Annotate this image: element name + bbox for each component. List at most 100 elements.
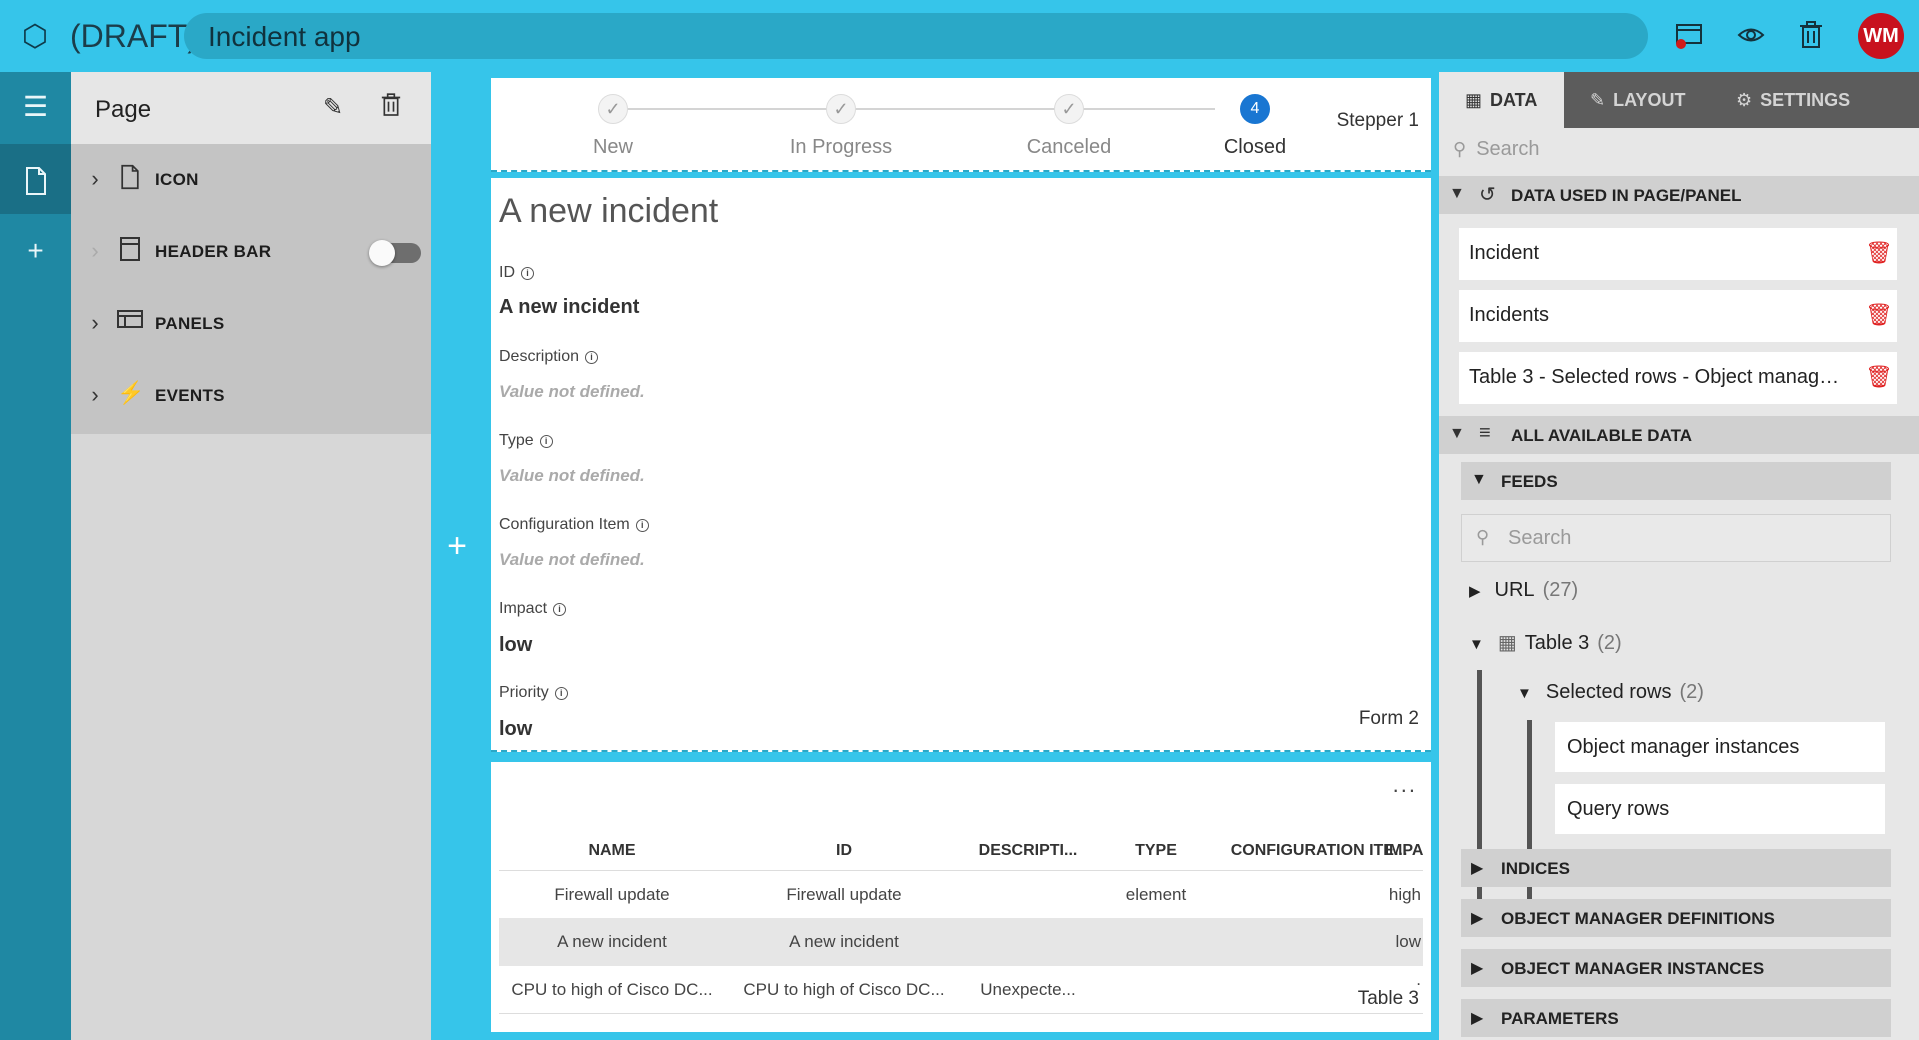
edit-tools-icon[interactable]: ✎ bbox=[317, 92, 349, 124]
field-value-type: Value not defined. bbox=[499, 466, 645, 485]
delete-page-icon[interactable] bbox=[375, 92, 407, 124]
tree-leaf[interactable]: Query rows bbox=[1555, 784, 1885, 834]
data-used-item[interactable]: Table 3 - Selected rows - Object manager… bbox=[1459, 352, 1897, 404]
group-parameters[interactable]: ▶ PARAMETERS bbox=[1461, 999, 1891, 1037]
gear-icon: ⚙ bbox=[1736, 90, 1753, 110]
group-title: OBJECT MANAGER DEFINITIONS bbox=[1501, 909, 1775, 928]
app-logo-icon[interactable]: ⬡ bbox=[18, 20, 52, 54]
tree-leaf-label: Query rows bbox=[1567, 798, 1670, 820]
table-cell: Unexpecte... bbox=[980, 980, 1076, 999]
page-item-header-bar[interactable]: › HEADER BAR bbox=[71, 216, 431, 288]
add-panel-icon[interactable]: + bbox=[431, 527, 483, 566]
info-icon: i bbox=[585, 351, 599, 364]
table-component[interactable]: ... NAME ID DESCRIPTI... TYPE CONFIGURAT… bbox=[491, 762, 1431, 1032]
group-object-manager-instances[interactable]: ▶ OBJECT MANAGER INSTANCES bbox=[1461, 949, 1891, 987]
feeds-group[interactable]: ▼ FEEDS bbox=[1461, 462, 1891, 500]
header-bar-toggle[interactable] bbox=[369, 240, 421, 266]
section-data-used[interactable]: ▼ ↺ DATA USED IN PAGE/PANEL bbox=[1439, 176, 1919, 214]
file-icon bbox=[117, 164, 143, 192]
pencil-icon: ✎ bbox=[1590, 90, 1606, 110]
data-used-label: Incident bbox=[1469, 242, 1540, 264]
app-title-field[interactable]: Incident app bbox=[184, 13, 1648, 59]
trash-icon[interactable]: 🗑 bbox=[1865, 302, 1893, 328]
publish-icon[interactable] bbox=[1672, 20, 1706, 54]
step-label: Canceled bbox=[1026, 136, 1112, 158]
preview-eye-icon[interactable] bbox=[1734, 20, 1768, 54]
tab-data[interactable]: ▦ DATA bbox=[1439, 72, 1564, 128]
tab-settings[interactable]: ⚙ SETTINGS bbox=[1710, 72, 1900, 128]
table-cell: A new incident bbox=[557, 932, 667, 951]
caret-down-icon: ▼ bbox=[1517, 685, 1532, 702]
step-canceled[interactable]: ✓ Canceled bbox=[999, 94, 1139, 159]
column-header[interactable]: ID bbox=[731, 842, 957, 860]
table-row[interactable]: CPU to high of Cisco DC... CPU to high o… bbox=[499, 966, 1423, 1014]
page-item-panels[interactable]: › PANELS bbox=[71, 288, 431, 360]
more-options-icon[interactable]: ... bbox=[1393, 772, 1417, 798]
caret-down-icon: ▼ bbox=[1469, 636, 1484, 653]
column-header[interactable]: IMPA bbox=[1381, 842, 1427, 860]
form-label: Form 2 bbox=[1358, 708, 1419, 729]
tree-node-table3[interactable]: ▼ ▦ Table 3 (2) bbox=[1469, 630, 1622, 655]
form-component[interactable]: A new incident ID i A new incident Descri… bbox=[491, 178, 1431, 752]
page-panel-header: Page ✎ bbox=[71, 72, 431, 144]
step-new[interactable]: ✓ New bbox=[543, 94, 683, 159]
add-panel-gutter: + bbox=[431, 72, 483, 1040]
tree-node-url[interactable]: ▶ URL (27) bbox=[1469, 579, 1578, 602]
events-icon: ⚡ bbox=[117, 380, 145, 405]
field-label-impact: Impact i bbox=[499, 600, 567, 618]
data-used-item[interactable]: Incidents 🗑 bbox=[1459, 290, 1897, 342]
column-header[interactable]: TYPE bbox=[1093, 842, 1219, 860]
top-bar: ⬡ (DRAFT) Incident app WM bbox=[0, 0, 1919, 72]
tree-node-selected-rows[interactable]: ▼ Selected rows (2) bbox=[1517, 681, 1704, 704]
column-header[interactable]: NAME bbox=[499, 842, 725, 860]
step-closed[interactable]: 4 Closed bbox=[1215, 94, 1295, 159]
table-cell: CPU to high of Cisco DC... bbox=[511, 980, 713, 999]
draft-label: (DRAFT) bbox=[70, 18, 198, 54]
check-icon: ✓ bbox=[598, 94, 628, 124]
search-input[interactable]: ⚲ Search bbox=[1453, 138, 1540, 161]
field-value-priority: low bbox=[499, 718, 533, 740]
chevron-right-icon[interactable]: › bbox=[85, 166, 105, 192]
chevron-right-icon[interactable]: › bbox=[85, 382, 105, 408]
field-label-type: Type i bbox=[499, 432, 553, 450]
column-header[interactable]: DESCRIPTI... bbox=[965, 842, 1091, 860]
group-title: PARAMETERS bbox=[1501, 1009, 1619, 1028]
data-used-label: Incidents bbox=[1469, 304, 1550, 326]
chevron-right-icon: › bbox=[91, 238, 99, 263]
section-all-data[interactable]: ▼ ≡ ALL AVAILABLE DATA bbox=[1439, 416, 1919, 454]
step-number: 4 bbox=[1240, 94, 1270, 124]
tab-layout[interactable]: ✎ LAYOUT bbox=[1564, 72, 1710, 128]
group-indices[interactable]: ▶ INDICES bbox=[1461, 849, 1891, 887]
panel-tabs: ▦ DATA ✎ LAYOUT ⚙ SETTINGS bbox=[1439, 72, 1919, 128]
info-icon: i bbox=[553, 603, 567, 616]
caret-down-icon: ▼ bbox=[1471, 471, 1487, 488]
table-row[interactable]: Firewall update Firewall update element … bbox=[499, 870, 1423, 918]
page-items: › ICON › HEADER BAR › PANELS › ⚡ EVENTS bbox=[71, 144, 431, 434]
search-icon: ⚲ bbox=[1476, 527, 1490, 547]
trash-icon[interactable]: 🗑 bbox=[1865, 240, 1893, 266]
table-row[interactable]: A new incident A new incident low bbox=[499, 918, 1423, 966]
page-item-events[interactable]: › ⚡ EVENTS bbox=[71, 360, 431, 432]
delete-icon[interactable] bbox=[1794, 20, 1828, 54]
section-title: ALL AVAILABLE DATA bbox=[1511, 426, 1692, 445]
page-icon[interactable] bbox=[0, 144, 71, 214]
menu-icon[interactable]: ☰ bbox=[0, 72, 71, 142]
step-in-progress[interactable]: ✓ In Progress bbox=[771, 94, 911, 159]
add-icon[interactable]: + bbox=[0, 216, 71, 286]
page-item-icon[interactable]: › ICON bbox=[71, 144, 431, 216]
feeds-search-input[interactable]: ⚲ Search bbox=[1461, 514, 1891, 562]
field-label-priority: Priority i bbox=[499, 684, 568, 702]
data-used-item[interactable]: Incident 🗑 bbox=[1459, 228, 1897, 280]
group-object-manager-definitions[interactable]: ▶ OBJECT MANAGER DEFINITIONS bbox=[1461, 899, 1891, 937]
stepper-component[interactable]: ✓ New ✓ In Progress ✓ Canceled 4 Closed … bbox=[491, 78, 1431, 172]
field-value-configuration-item: Value not defined. bbox=[499, 550, 645, 569]
stepper-label: Stepper 1 bbox=[1336, 110, 1419, 131]
avatar[interactable]: WM bbox=[1858, 13, 1904, 59]
trash-icon[interactable]: 🗑 bbox=[1865, 364, 1893, 390]
check-icon: ✓ bbox=[1054, 94, 1084, 124]
page-item-label: EVENTS bbox=[155, 386, 225, 405]
history-icon: ↺ bbox=[1479, 184, 1496, 206]
chevron-right-icon[interactable]: › bbox=[85, 310, 105, 336]
table-cell: high bbox=[1388, 885, 1421, 904]
tree-leaf[interactable]: Object manager instances bbox=[1555, 722, 1885, 772]
